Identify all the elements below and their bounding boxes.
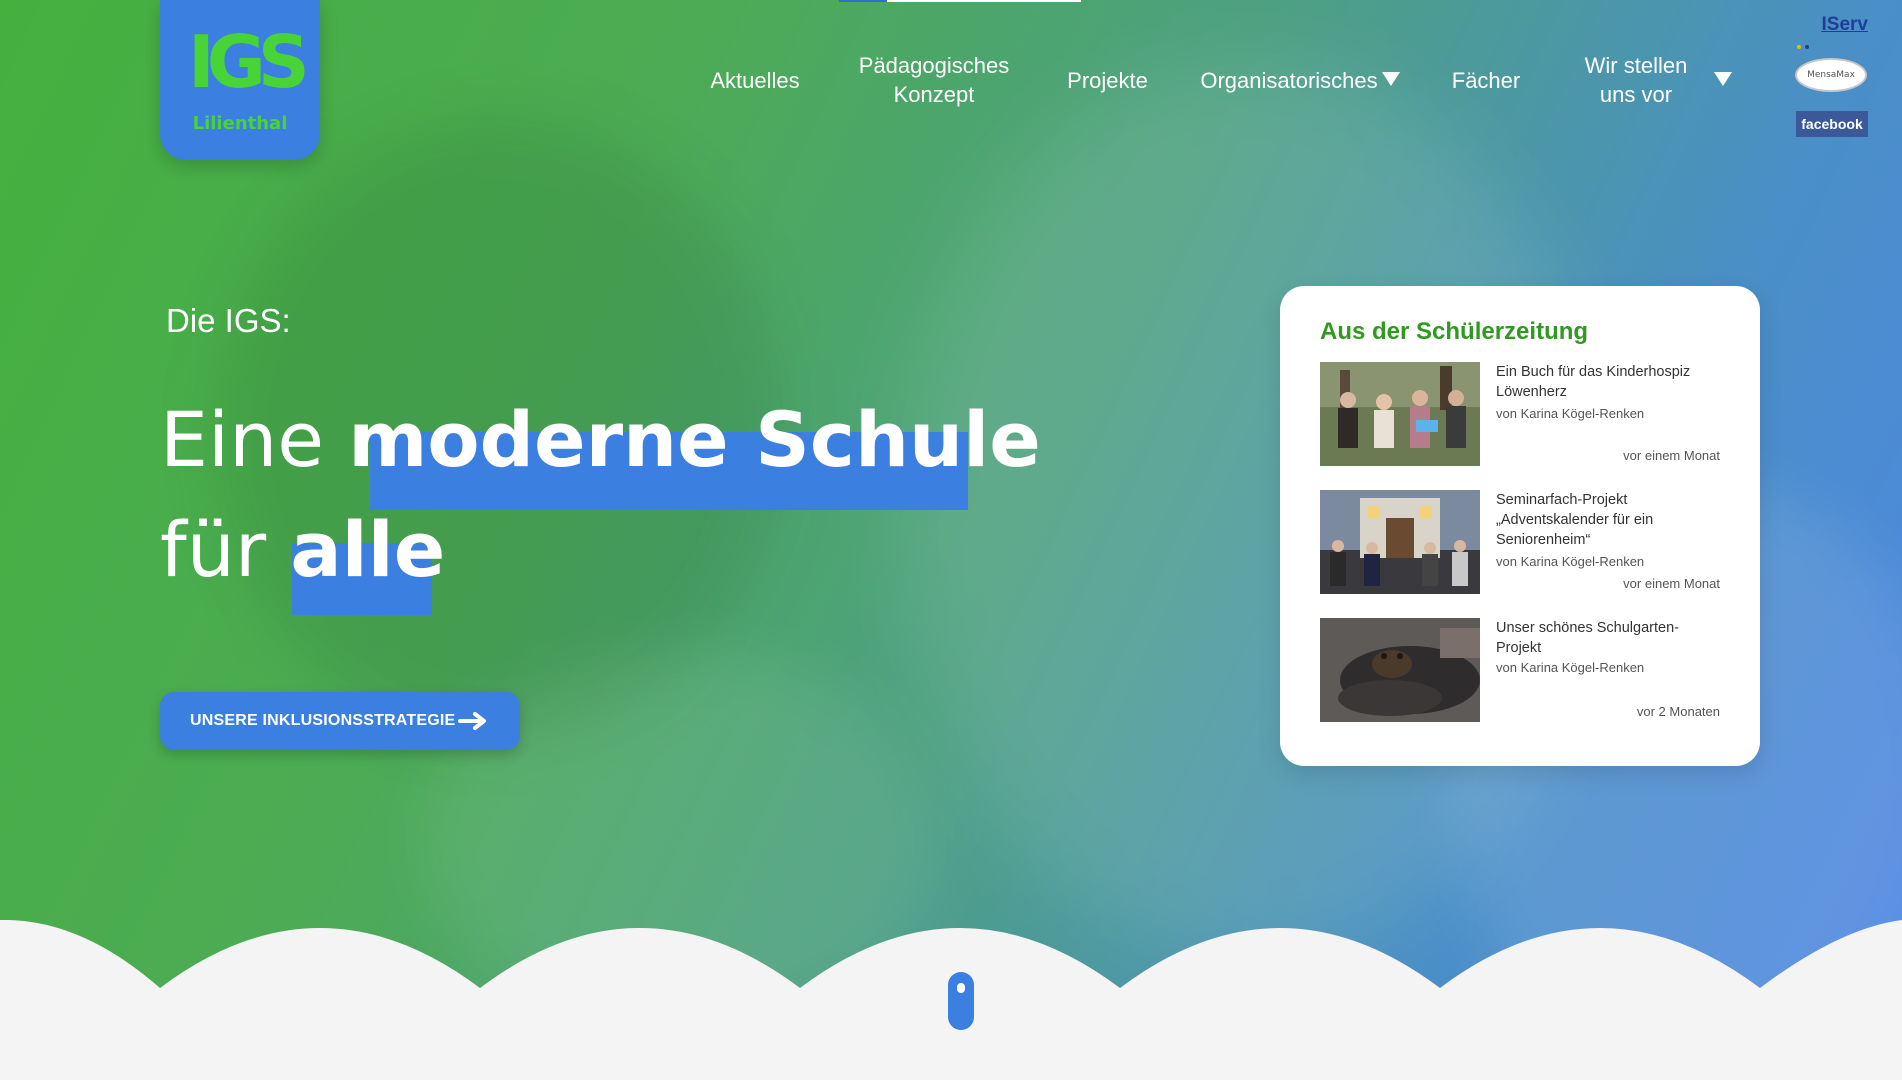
nav-item-projekte[interactable]: Projekte <box>1060 48 1155 112</box>
nav-item-wir-stellen-uns-vor[interactable]: Wir stellen uns vor <box>1576 48 1696 112</box>
cta-label: UNSERE INKLUSIONSSTRATEGIE <box>190 712 456 729</box>
news-item[interactable]: Ein Buch für das Kinderhospiz Löwenherz … <box>1320 362 1720 466</box>
news-title[interactable]: Unser schönes Schulgarten-Projekt <box>1496 618 1720 658</box>
headline-highlight-text: moderne Schule <box>348 395 1041 484</box>
scroll-down-indicator[interactable] <box>948 972 974 1030</box>
iserv-dots-icon <box>1797 34 1817 49</box>
nav-item-paedagogisches-konzept[interactable]: Pädagogisches Konzept <box>850 48 1018 112</box>
news-time: vor einem Monat <box>1623 448 1720 463</box>
facebook-link[interactable]: facebook <box>1796 111 1868 137</box>
nav-item-faecher[interactable]: Fächer <box>1444 48 1528 112</box>
news-time: vor 2 Monaten <box>1636 704 1720 719</box>
chevron-down-icon[interactable] <box>1714 72 1732 86</box>
news-author: von Karina Kögel-Renken <box>1496 660 1645 675</box>
news-item[interactable]: Seminarfach-Projekt „Adventskalender für… <box>1320 490 1720 594</box>
headline-line-1: Eine moderne Schule <box>160 385 1041 510</box>
hero-section: IGS Lilienthal Aktuelles Pädagogisches K… <box>0 0 1902 1080</box>
headline-plain-text: Eine <box>160 395 349 484</box>
news-author: von Karina Kögel-Renken <box>1496 406 1645 421</box>
logo-subtitle: Lilienthal <box>192 113 288 134</box>
news-item[interactable]: Unser schönes Schulgarten-Projekt von Ka… <box>1320 618 1720 722</box>
headline-plain-text: für <box>160 505 291 594</box>
logo-mark: IGS <box>188 20 310 104</box>
news-card: Aus der Schülerzeitung Ein Buch für das … <box>1280 286 1760 766</box>
nav-top-indicator <box>839 0 1081 2</box>
chevron-down-icon[interactable] <box>1382 72 1400 86</box>
arrow-right-icon <box>458 712 486 730</box>
headline-line-2: für alle <box>160 495 1041 615</box>
news-author: von Karina Kögel-Renken <box>1496 554 1645 569</box>
news-time: vor einem Monat <box>1623 576 1720 591</box>
news-card-title: Aus der Schülerzeitung <box>1320 318 1589 345</box>
nav-item-organisatorisches[interactable]: Organisatorisches <box>1194 48 1384 112</box>
headline-highlight-text: alle <box>290 505 446 594</box>
news-title[interactable]: Seminarfach-Projekt „Adventskalender für… <box>1496 490 1720 550</box>
school-logo[interactable]: IGS Lilienthal <box>160 0 320 160</box>
mensamax-link[interactable]: MensaMax <box>1795 58 1867 92</box>
hero-kicker: Die IGS: <box>166 302 291 339</box>
building-photo-icon[interactable] <box>1320 490 1480 594</box>
nav-item-aktuelles[interactable]: Aktuelles <box>700 48 810 112</box>
group-photo-icon[interactable] <box>1320 362 1480 466</box>
headline-highlight: moderne Schule <box>348 395 1041 510</box>
hero-headline: Eine moderne Schule für alle <box>160 385 1041 615</box>
headline-highlight: alle <box>290 505 446 615</box>
news-title[interactable]: Ein Buch für das Kinderhospiz Löwenherz <box>1496 362 1720 402</box>
inclusion-strategy-button[interactable]: UNSERE INKLUSIONSSTRATEGIE <box>160 692 520 750</box>
toad-photo-icon[interactable] <box>1320 618 1480 722</box>
